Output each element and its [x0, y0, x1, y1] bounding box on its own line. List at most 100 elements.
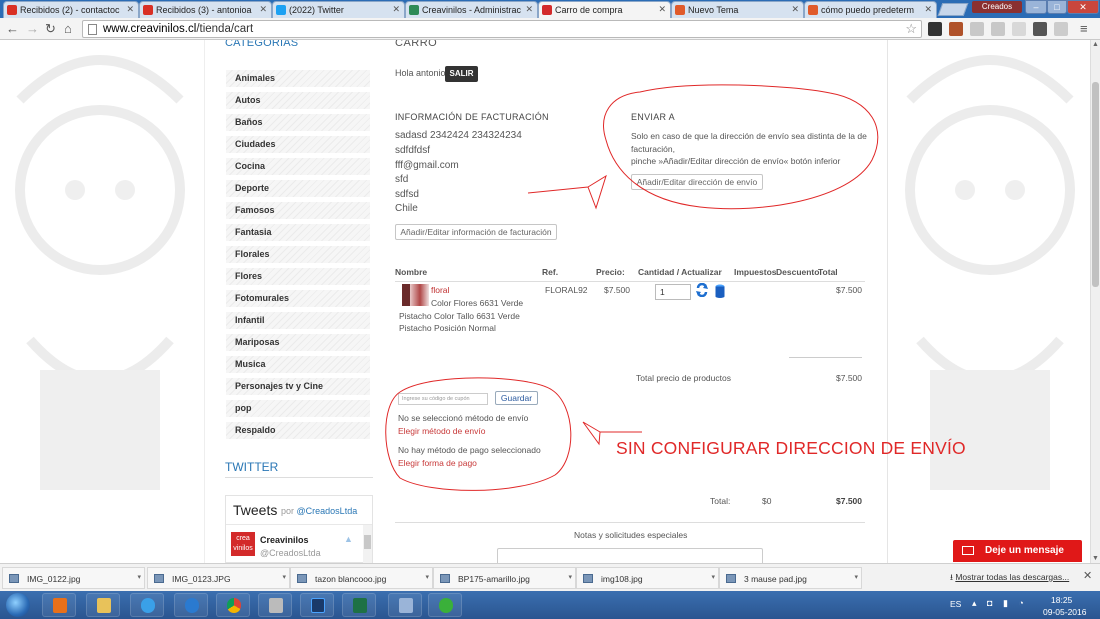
back-icon[interactable]: ←: [6, 21, 19, 36]
language-indicator[interactable]: ES: [950, 599, 961, 609]
tray-icons[interactable]: ▴ ◘ ▮ ◔: [972, 598, 1028, 609]
download-item[interactable]: tazon blancooo.jpg ▾: [290, 567, 433, 589]
choose-shipping-link[interactable]: Elegir método de envío: [398, 426, 485, 436]
chevron-down-icon[interactable]: ▾: [568, 573, 572, 581]
logout-button[interactable]: SALIR: [445, 66, 478, 82]
coupon-input[interactable]: Ingrese su código de cupón: [398, 393, 488, 405]
home-icon[interactable]: ⌂: [64, 21, 72, 36]
profile-button[interactable]: Creados: [972, 1, 1022, 13]
category-fantasia[interactable]: Fantasia: [226, 224, 370, 241]
category-pop[interactable]: pop: [226, 400, 370, 417]
quantity-input[interactable]: 1: [655, 284, 691, 300]
category-respaldo[interactable]: Respaldo: [226, 422, 370, 439]
photoshop-icon[interactable]: [300, 593, 334, 617]
new-tab-button[interactable]: [937, 3, 969, 16]
bookmark-star-icon[interactable]: ☆: [905, 21, 917, 37]
firefox-icon[interactable]: [174, 593, 208, 617]
choose-payment-link[interactable]: Elegir forma de pago: [398, 458, 477, 468]
close-icon[interactable]: ✕: [791, 4, 799, 15]
maximize-button[interactable]: □: [1047, 0, 1067, 14]
category-personajes[interactable]: Personajes tv y Cine: [226, 378, 370, 395]
trash-icon[interactable]: [715, 284, 725, 298]
remote-desktop-icon[interactable]: [388, 593, 422, 617]
start-button[interactable]: [6, 593, 30, 617]
tab-gmail-1[interactable]: Recibidos (2) - contactoc ✕: [3, 1, 139, 18]
forward-icon[interactable]: →: [26, 21, 39, 36]
check-extension-icon[interactable]: [1012, 22, 1026, 36]
category-ciudades[interactable]: Ciudades: [226, 136, 370, 153]
tab-como-puedo[interactable]: cómo puedo predeterm ✕: [804, 1, 937, 18]
tab-gmail-2[interactable]: Recibidos (3) - antonioa ✕: [139, 1, 272, 18]
category-musica[interactable]: Musica: [226, 356, 370, 373]
tab-creavinilos-admin[interactable]: Creavinilos - Administrac ✕: [405, 1, 538, 18]
clock-date[interactable]: 09-05-2016: [1043, 607, 1086, 617]
sound-icon[interactable]: [258, 593, 292, 617]
tab-carro-de-compra[interactable]: Carro de compra ✕: [538, 1, 671, 18]
media-player-icon[interactable]: [42, 593, 76, 617]
download-item[interactable]: BP175-amarillo.jpg ▾: [433, 567, 576, 589]
account-name[interactable]: Creavinilos: [260, 535, 309, 545]
category-fotomurales[interactable]: Fotomurales: [226, 290, 370, 307]
category-deporte[interactable]: Deporte: [226, 180, 370, 197]
layers-extension-icon[interactable]: [928, 22, 942, 36]
close-window-button[interactable]: ✕: [1067, 0, 1099, 14]
category-autos[interactable]: Autos: [226, 92, 370, 109]
close-icon[interactable]: ✕: [392, 4, 400, 15]
close-icon[interactable]: ✕: [658, 4, 666, 15]
extension-icon[interactable]: [1033, 22, 1047, 36]
leave-message-button[interactable]: Deje un mensaje: [953, 540, 1082, 562]
tweets-by-handle[interactable]: @CreadosLtda: [297, 506, 358, 516]
category-cocina[interactable]: Cocina: [226, 158, 370, 175]
extension-icon[interactable]: [991, 22, 1005, 36]
menu-icon[interactable]: ≡: [1080, 21, 1088, 36]
save-coupon-button[interactable]: Guardar: [495, 391, 538, 405]
category-famosos[interactable]: Famosos: [226, 202, 370, 219]
green-app-icon[interactable]: [428, 593, 462, 617]
refresh-icon[interactable]: [696, 283, 708, 297]
chevron-down-icon[interactable]: ▾: [282, 573, 286, 581]
tab-twitter[interactable]: (2022) Twitter ✕: [272, 1, 405, 18]
category-florales[interactable]: Florales: [226, 246, 370, 263]
close-icon[interactable]: ✕: [259, 4, 267, 15]
account-handle[interactable]: @CreadosLtda: [260, 548, 321, 558]
close-icon[interactable]: ✕: [1083, 569, 1092, 582]
url-text[interactable]: www.creavinilos.cl/tienda/cart: [103, 23, 253, 35]
category-animales[interactable]: Animales: [226, 70, 370, 87]
category-flores[interactable]: Flores: [226, 268, 370, 285]
download-item[interactable]: 3 mause pad.jpg ▾: [719, 567, 862, 589]
address-bar[interactable]: www.creavinilos.cl/tienda/cart ☆: [82, 20, 922, 38]
scroll-thumb[interactable]: [364, 535, 371, 549]
download-item[interactable]: IMG_0123.JPG ▾: [147, 567, 290, 589]
scroll-down-icon[interactable]: ▼: [1092, 555, 1099, 562]
chevron-down-icon[interactable]: ▾: [711, 573, 715, 581]
close-icon[interactable]: ✕: [525, 4, 533, 15]
minimize-button[interactable]: –: [1025, 0, 1047, 14]
chevron-down-icon[interactable]: ▾: [137, 573, 141, 581]
chrome-icon[interactable]: [216, 593, 250, 617]
extension-icon[interactable]: [1054, 22, 1068, 36]
camera-extension-icon[interactable]: [949, 22, 963, 36]
tab-nuevo-tema[interactable]: Nuevo Tema ✕: [671, 1, 804, 18]
category-infantil[interactable]: Infantil: [226, 312, 370, 329]
close-icon[interactable]: ✕: [924, 4, 932, 15]
close-icon[interactable]: ✕: [126, 4, 134, 15]
clock-time[interactable]: 18:25: [1051, 595, 1072, 605]
notes-textarea[interactable]: [497, 548, 763, 563]
edit-shipping-button[interactable]: Añadir/Editar dirección de envío: [631, 174, 763, 190]
file-explorer-icon[interactable]: [86, 593, 120, 617]
download-item[interactable]: IMG_0122.jpg ▾: [2, 567, 145, 589]
internet-explorer-icon[interactable]: [130, 593, 164, 617]
avatar[interactable]: crea vinilos: [231, 532, 255, 556]
chevron-down-icon[interactable]: ▾: [425, 573, 429, 581]
chevron-down-icon[interactable]: ▾: [854, 573, 858, 581]
widget-scrollbar[interactable]: [363, 525, 372, 563]
category-mariposas[interactable]: Mariposas: [226, 334, 370, 351]
edit-billing-button[interactable]: Añadir/Editar información de facturación: [395, 224, 557, 240]
page-scrollbar[interactable]: ▲ ▼: [1090, 40, 1100, 563]
scroll-thumb[interactable]: [1092, 82, 1099, 287]
extension-icon[interactable]: [970, 22, 984, 36]
scroll-up-icon[interactable]: ▲: [1092, 41, 1099, 48]
category-banos[interactable]: Baños: [226, 114, 370, 131]
reload-icon[interactable]: ↻: [45, 21, 56, 36]
download-item[interactable]: img108.jpg ▾: [576, 567, 719, 589]
